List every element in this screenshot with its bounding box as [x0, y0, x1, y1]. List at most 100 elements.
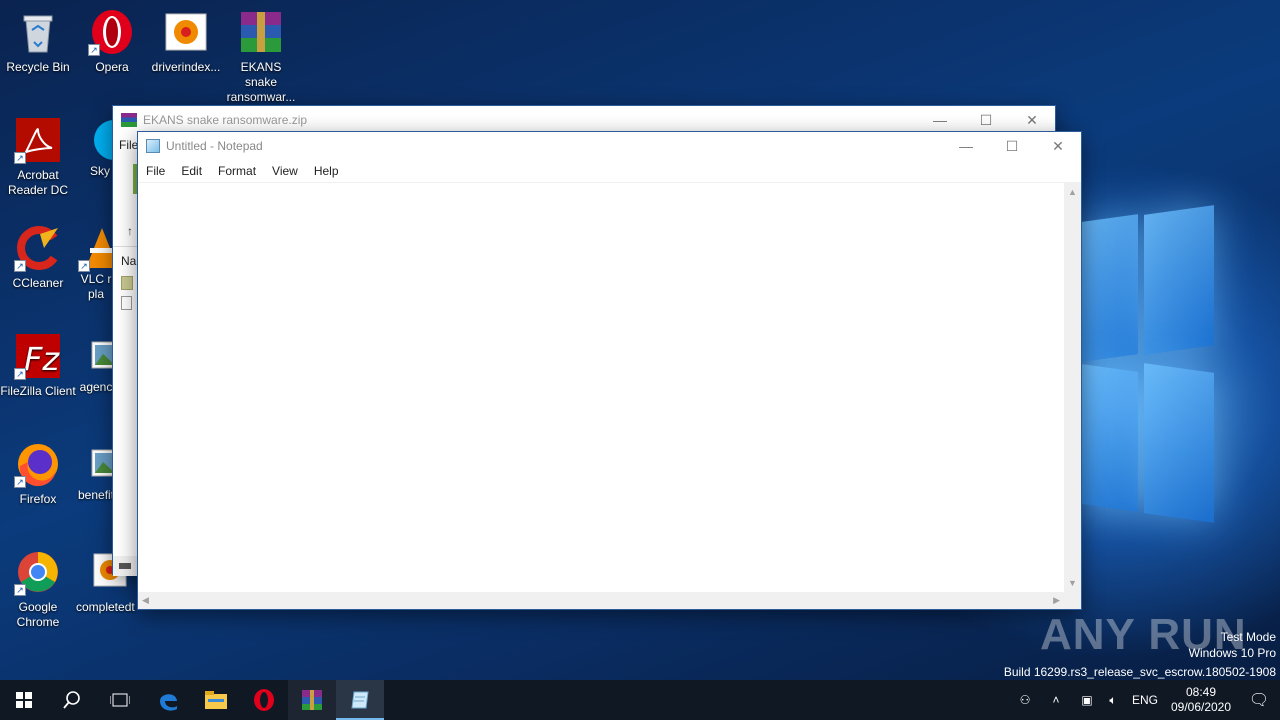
vertical-scrollbar[interactable]: ▲ ▼	[1064, 183, 1081, 592]
shortcut-arrow-icon: ↗	[14, 584, 26, 596]
winrar-statusbar	[113, 556, 139, 576]
desktop-icon-filezilla[interactable]: Fz ↗ FileZilla Client	[0, 332, 76, 399]
network-icon[interactable]: ▣	[1074, 693, 1100, 707]
scroll-left-icon[interactable]: ◀	[142, 595, 149, 606]
desktop-icon-label: Recycle Bin	[6, 60, 70, 74]
minimize-button[interactable]: —	[943, 132, 989, 160]
desktop-icon-agenc[interactable]: agenc	[74, 332, 114, 395]
desktop-icon-label: VLC r pla	[80, 272, 112, 301]
notepad-icon	[351, 691, 369, 709]
skype-icon	[90, 116, 114, 164]
acrobat-icon: ↗	[14, 116, 62, 164]
minimize-button[interactable]: —	[917, 106, 963, 134]
image-file-icon	[78, 332, 114, 380]
maximize-button[interactable]: ☐	[963, 106, 1009, 134]
close-button[interactable]: ✕	[1035, 132, 1081, 160]
clock[interactable]: 08:49 09/06/2020	[1164, 685, 1238, 715]
winrar-taskbar-button[interactable]	[288, 680, 336, 720]
file-explorer-icon	[205, 691, 227, 709]
volume-icon[interactable]: 🔈︎	[1100, 693, 1126, 708]
winrar-app-icon	[121, 113, 137, 127]
chrome-icon: ↗	[14, 548, 62, 596]
winrar-archive-icon	[237, 8, 285, 56]
winrar-window-title: EKANS snake ransomware.zip	[143, 113, 308, 127]
shortcut-arrow-icon: ↗	[78, 260, 90, 272]
file-explorer-taskbar-button[interactable]	[192, 680, 240, 720]
winrar-titlebar[interactable]: EKANS snake ransomware.zip — ☐ ✕	[113, 106, 1055, 134]
desktop-icon-recycle-bin[interactable]: Recycle Bin	[0, 8, 76, 75]
menu-view[interactable]: View	[264, 164, 306, 178]
notepad-window[interactable]: Untitled - Notepad — ☐ ✕ File Edit Forma…	[137, 131, 1082, 610]
start-icon	[16, 692, 32, 708]
desktop-icon-label: completedt	[76, 600, 135, 614]
taskbar: ⚇ ˄ ▣ 🔈︎ ENG 08:49 09/06/2020 🗨︎	[0, 680, 1280, 720]
desktop-icon-chrome[interactable]: ↗ Google Chrome	[0, 548, 76, 630]
watermark-edition: Windows 10 Pro	[1188, 646, 1276, 660]
drive-icon	[119, 563, 131, 569]
ccleaner-icon: ↗	[14, 224, 62, 272]
edge-icon	[160, 694, 177, 711]
horizontal-scrollbar[interactable]: ◀ ▶	[138, 592, 1064, 609]
desktop-icon-label: Firefox	[19, 492, 57, 506]
notepad-titlebar[interactable]: Untitled - Notepad — ☐ ✕	[138, 132, 1081, 160]
winrar-menu-file[interactable]: File	[119, 138, 138, 152]
menu-format[interactable]: Format	[210, 164, 264, 178]
scroll-right-icon[interactable]: ▶	[1053, 595, 1060, 606]
filezilla-icon: Fz ↗	[14, 332, 62, 380]
desktop-icon-driverindex[interactable]: driverindex...	[148, 8, 224, 75]
resize-grip[interactable]	[1064, 592, 1081, 609]
scroll-up-icon[interactable]: ▲	[1068, 187, 1077, 197]
divider	[113, 246, 139, 247]
desktop-icon-label: benefit	[78, 488, 114, 502]
clock-time: 08:49	[1185, 685, 1217, 699]
notepad-taskbar-button[interactable]	[336, 680, 384, 720]
desktop-icon-vlc[interactable]: ↗ VLC r pla	[74, 224, 114, 302]
desktop-icon-skype[interactable]: Sky	[74, 116, 114, 179]
task-view-button[interactable]	[96, 680, 144, 720]
show-hidden-icons-chevron-icon[interactable]: ˄	[1038, 693, 1074, 707]
menu-edit[interactable]: Edit	[173, 164, 210, 178]
system-tray: ⚇ ˄ ▣ 🔈︎ ENG 08:49 09/06/2020 🗨︎	[1012, 680, 1280, 720]
desktop-icon-benefit[interactable]: benefit	[74, 440, 114, 503]
task-view-icon	[110, 693, 130, 707]
edge-taskbar-button[interactable]	[144, 680, 192, 720]
desktop-icon-ekans-zip[interactable]: EKANS snake ransomwar...	[223, 8, 299, 105]
start-button[interactable]	[0, 680, 48, 720]
maximize-button[interactable]: ☐	[989, 132, 1035, 160]
people-icon[interactable]: ⚇	[1012, 693, 1038, 707]
watermark-test-mode: Test Mode	[1220, 630, 1276, 644]
desktop-icon-label: Google Chrome	[16, 600, 60, 629]
up-arrow-icon[interactable]: ↑	[127, 224, 133, 238]
watermark-build: Build 16299.rs3_release_svc_escrow.18050…	[1003, 665, 1276, 679]
desktop-icon-firefox[interactable]: ↗ Firefox	[0, 440, 76, 507]
file-icon[interactable]	[121, 296, 132, 310]
scroll-down-icon[interactable]: ▼	[1068, 578, 1077, 588]
shortcut-arrow-icon: ↗	[14, 260, 26, 272]
search-button[interactable]	[48, 680, 96, 720]
language-indicator[interactable]: ENG	[1126, 693, 1164, 707]
desktop-icon-opera[interactable]: ↗ Opera	[74, 8, 150, 75]
shortcut-arrow-icon: ↗	[14, 368, 26, 380]
notepad-window-title: Untitled - Notepad	[166, 139, 263, 153]
close-button[interactable]: ✕	[1009, 106, 1055, 134]
notepad-text-area[interactable]: ▲ ▼ ◀ ▶	[138, 182, 1081, 609]
desktop-icon-label: agenc	[79, 380, 113, 394]
notepad-app-icon	[146, 139, 160, 153]
clock-date: 09/06/2020	[1170, 700, 1232, 714]
shortcut-arrow-icon: ↗	[88, 44, 100, 56]
desktop-icon-ccleaner[interactable]: ↗ CCleaner	[0, 224, 76, 291]
image-file-icon	[162, 8, 210, 56]
folder-icon[interactable]	[121, 276, 133, 290]
desktop-icon-label: Opera	[95, 60, 129, 74]
image-file-icon	[78, 440, 114, 488]
desktop-icon-label: FileZilla Client	[0, 384, 76, 398]
opera-icon: ↗	[88, 8, 136, 56]
desktop-icon-acrobat[interactable]: ↗ Acrobat Reader DC	[0, 116, 76, 198]
recycle-bin-icon	[14, 8, 62, 56]
vlc-icon: ↗	[78, 224, 114, 272]
menu-file[interactable]: File	[138, 164, 173, 178]
action-center-icon[interactable]: 🗨︎	[1238, 690, 1280, 710]
opera-icon	[254, 689, 274, 711]
menu-help[interactable]: Help	[306, 164, 347, 178]
opera-taskbar-button[interactable]	[240, 680, 288, 720]
